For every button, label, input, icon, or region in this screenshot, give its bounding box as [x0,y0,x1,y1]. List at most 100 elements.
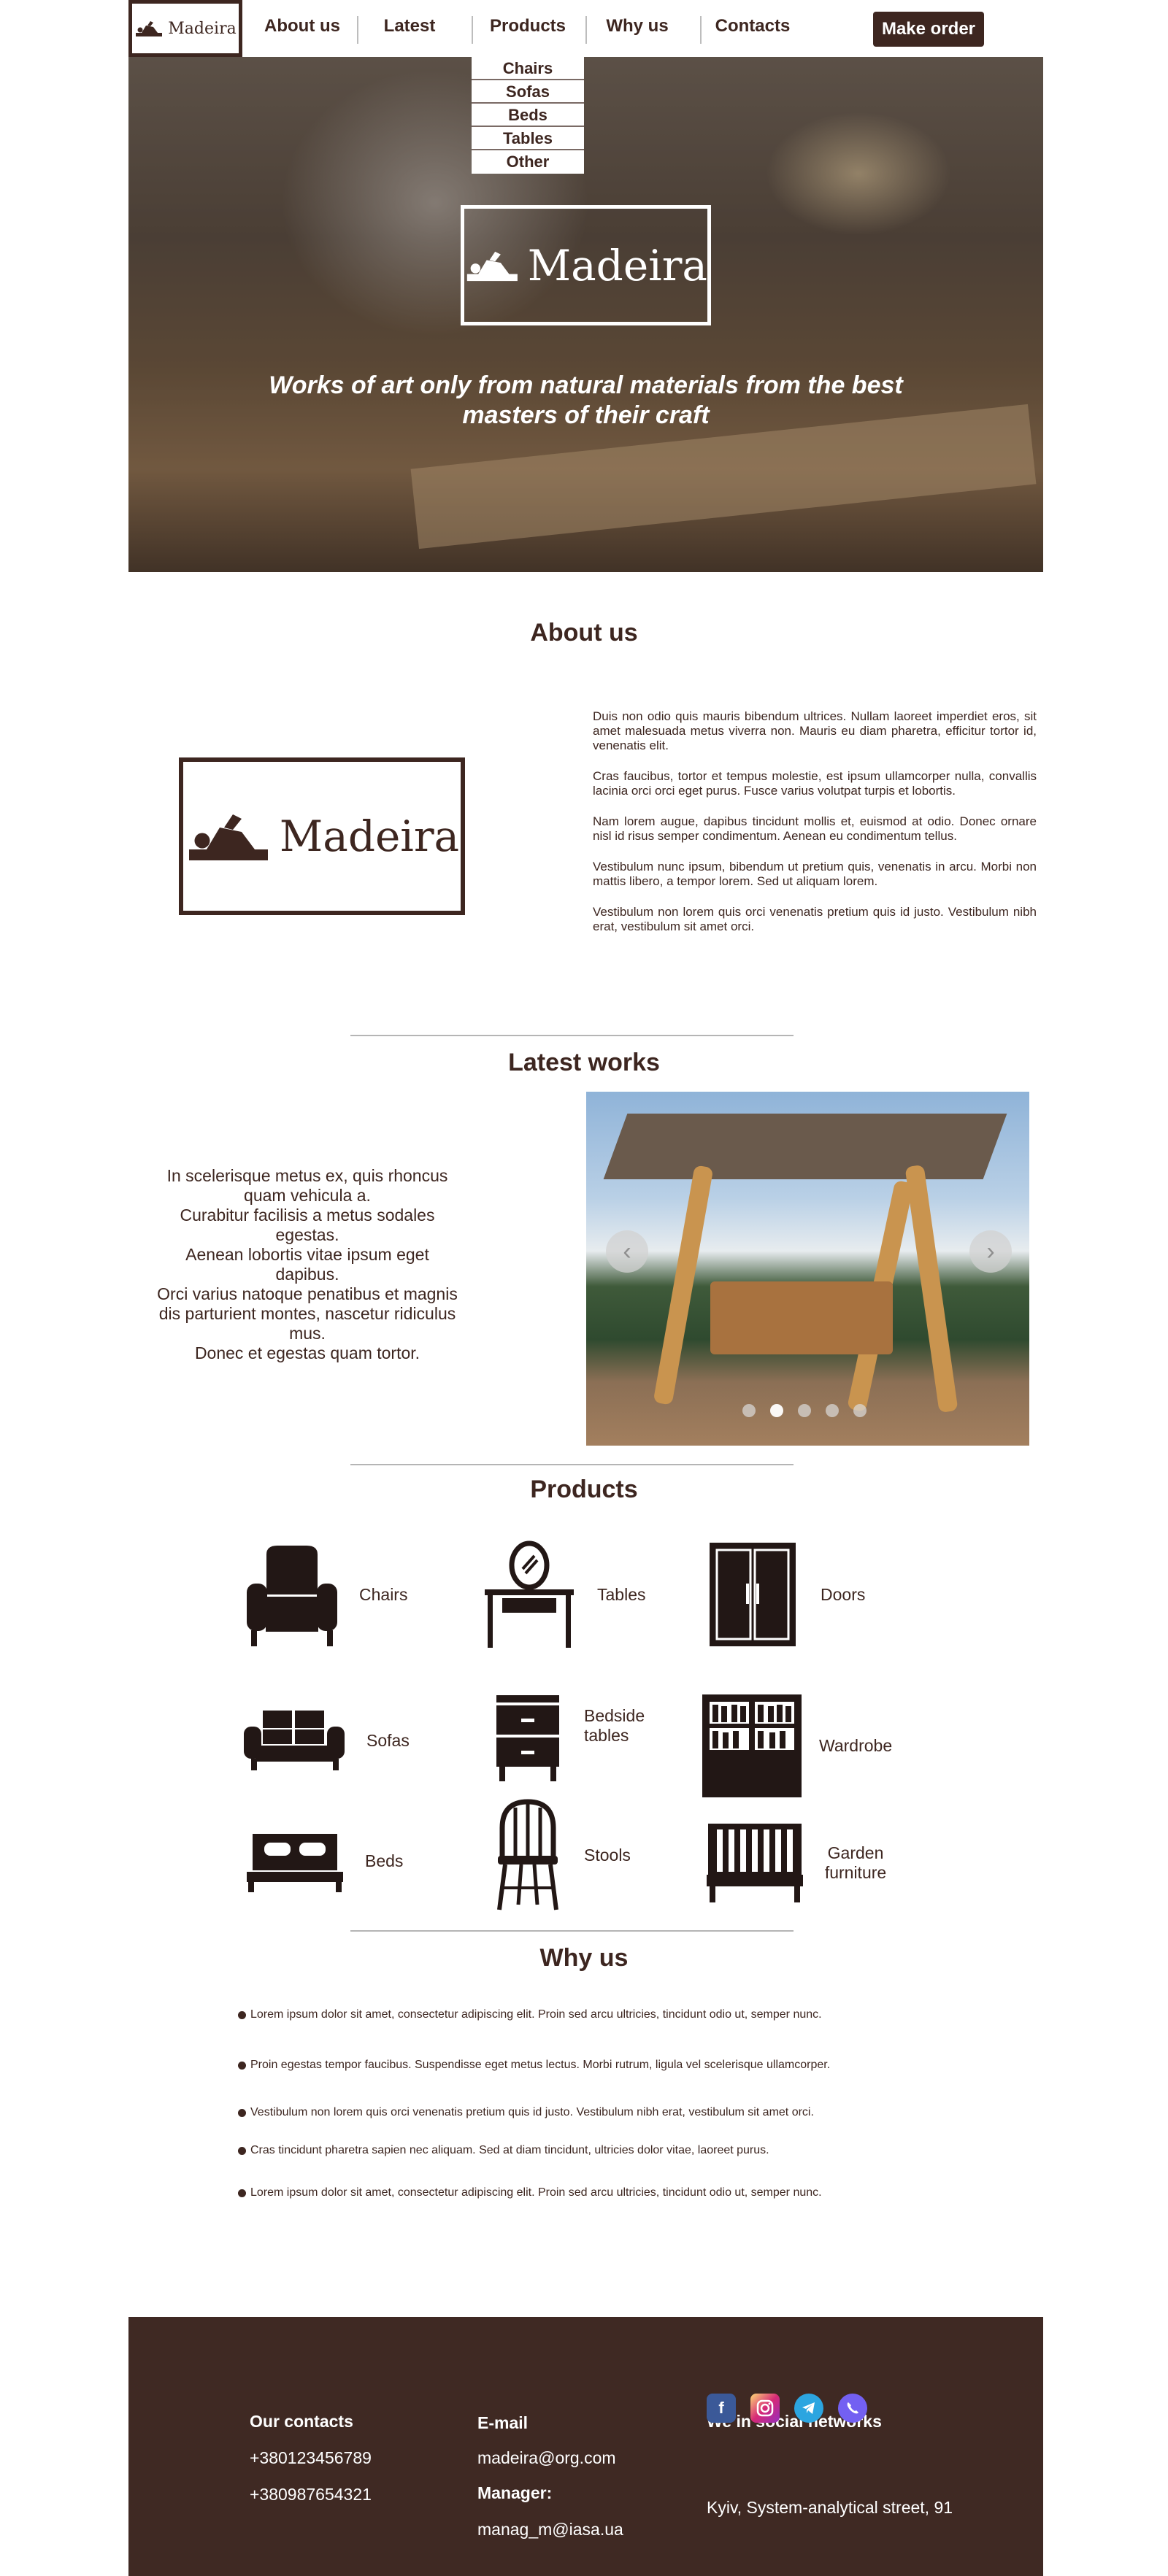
garden-bench-icon [707,1824,803,1902]
why-us-text: Cras tincidunt pharetra sapien nec aliqu… [250,2144,769,2156]
footer-manager-title: Manager: [477,2483,553,2502]
slider-dot[interactable] [853,1404,867,1417]
product-label: Chairs [359,1584,408,1604]
footer-contacts-title: Our contacts [250,2412,353,2431]
bullet-icon [238,2108,246,2117]
nav-separator [585,16,587,44]
nav-latest[interactable]: Latest [373,16,446,36]
dropdown-item-sofas[interactable]: Sofas [472,80,584,104]
products-title: Products [530,1476,638,1503]
top-navbar: Madeira About us Latest Products Why us … [128,0,1043,174]
chevron-right-icon: › [986,1237,995,1265]
dropdown-item-beds[interactable]: Beds [472,104,584,127]
about-paragraph: Vestibulum nunc ipsum, bibendum ut preti… [593,860,1037,888]
chevron-left-icon: ‹ [623,1237,631,1265]
product-wardrobe[interactable]: Wardrobe [701,1693,892,1799]
product-bedside-tables[interactable]: Bedside tables [495,1667,664,1784]
slide-swing-roof [603,1114,1007,1179]
slider-dot[interactable] [770,1404,783,1417]
latest-line: In scelerisque metus ex, quis rhoncus qu… [166,1166,448,1205]
why-us-item: Cras tincidunt pharetra sapien nec aliqu… [238,2144,769,2157]
dropdown-item-tables[interactable]: Tables [472,127,584,150]
bed-icon [247,1834,343,1892]
telegram-glyph-icon [802,2402,815,2414]
slider-dot[interactable] [826,1404,839,1417]
footer-phone[interactable]: +380987654321 [250,2485,372,2504]
product-stools[interactable]: Stools [495,1799,631,1912]
slider-dot[interactable] [798,1404,811,1417]
nav-separator [700,16,702,44]
bullet-icon [238,2189,246,2197]
footer-phone[interactable]: +380123456789 [250,2448,372,2468]
section-divider [350,1035,794,1036]
why-us-text: Vestibulum non lorem quis orci venenatis… [250,2106,814,2118]
bullet-icon [238,2061,246,2070]
slider-prev-button[interactable]: ‹ [606,1230,648,1273]
why-us-item: Proin egestas tempor faucibus. Suspendis… [238,2059,830,2072]
why-us-text: Proin egestas tempor faucibus. Suspendis… [250,2059,831,2071]
why-us-item: Lorem ipsum dolor sit amet, consectetur … [238,2186,822,2199]
about-paragraph: Duis non odio quis mauris bibendum ultri… [593,709,1037,752]
slide-swing-post [653,1165,714,1405]
hero-tagline: Works of art only from natural materials… [269,371,903,429]
windsor-chair-icon [497,1799,558,1910]
product-label: Wardrobe [819,1736,893,1755]
nav-logo[interactable]: Madeira [128,0,242,57]
nav-products[interactable]: Products [480,16,575,36]
why-us-text: Lorem ipsum dolor sit amet, consectetur … [250,2186,822,2199]
latest-line: Donec et egestas quam tortor. [194,1343,420,1362]
footer-manager-email[interactable]: manag_m@iasa.ua [477,2520,623,2540]
dropdown-item-chairs[interactable]: Chairs [472,57,584,80]
cabinet-door-icon [710,1543,796,1646]
telegram-icon[interactable] [794,2394,823,2423]
product-tables[interactable]: Tables [482,1540,645,1649]
dropdown-item-other[interactable]: Other [472,150,584,174]
facebook-icon[interactable]: f [707,2394,736,2423]
slider-dots [742,1404,867,1417]
hero-logo-text: Madeira [527,240,707,290]
about-paragraph: Nam lorem augue, dapibus tincidunt molli… [593,814,1037,843]
bullet-icon [238,2146,246,2155]
vanity-table-icon [485,1540,574,1648]
products-dropdown: Chairs Sofas Beds Tables Other [472,57,584,174]
slide-swing-bench [710,1281,893,1354]
craftsman-plane-icon [466,251,518,281]
armchair-icon [247,1546,337,1646]
viber-icon[interactable] [838,2394,867,2423]
bullet-icon [238,2010,246,2019]
instagram-icon[interactable] [750,2394,780,2423]
product-label: Stools [584,1846,631,1864]
product-label: Beds [365,1851,404,1870]
wardrobe-icon [702,1694,802,1797]
product-beds[interactable]: Beds [245,1828,403,1894]
about-paragraph: Cras faucibus, tortor et tempus molestie… [593,769,1037,798]
make-order-button[interactable]: Make order [873,12,984,47]
product-label: Tables [597,1584,646,1604]
product-label: Doors [821,1584,866,1604]
craftsman-plane-icon [136,21,163,36]
about-title: About us [530,619,638,647]
slider-next-button[interactable]: › [969,1230,1012,1273]
nav-about[interactable]: About us [262,16,342,36]
about-text: Duis non odio quis mauris bibendum ultri… [593,709,1037,950]
why-us-text: Lorem ipsum dolor sit amet, consectetur … [250,2008,822,2021]
about-paragraph: Vestibulum non lorem quis orci venenatis… [593,905,1037,933]
footer-address: Kyiv, System-analytical street, 91 [707,2498,953,2517]
slider-dot[interactable] [742,1404,756,1417]
about-logo-text: Madeira [279,811,460,861]
instagram-glyph-icon [756,2399,774,2417]
sofa-icon [244,1711,345,1770]
nav-why-us[interactable]: Why us [597,16,677,36]
footer-email-link[interactable]: madeira@org.com [477,2448,616,2468]
latest-works-slider[interactable] [586,1092,1029,1446]
section-divider [350,1930,794,1932]
product-doors[interactable]: Doors [707,1540,865,1649]
nav-contacts[interactable]: Contacts [712,16,793,36]
about-logo: Madeira [179,757,465,915]
product-garden-furniture[interactable]: Garden furniture [705,1821,892,1905]
product-sofas[interactable]: Sofas [241,1708,410,1773]
hero-logo: Madeira [461,205,711,325]
product-chairs[interactable]: Chairs [241,1540,407,1649]
page: Madeira About us Latest Products Why us … [0,0,1168,2576]
latest-line: Aenean lobortis vitae ipsum eget dapibus… [185,1245,429,1284]
